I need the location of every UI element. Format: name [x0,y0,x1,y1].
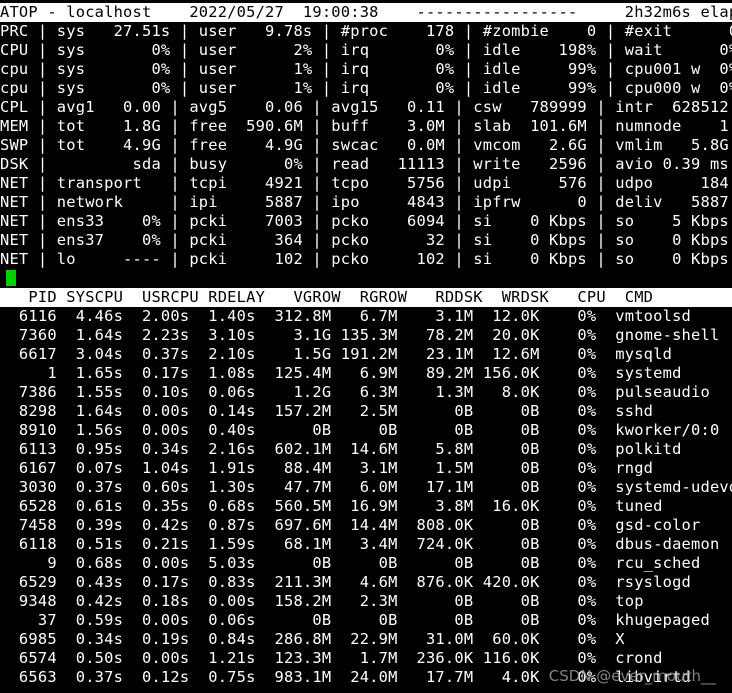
stat-line-cpu000: cpu | sys 0% | user 1% | irq 0% | idle 9… [0,79,732,97]
process-row: 3030 0.37s 0.60s 1.30s 47.7M 6.0M 17.1M … [0,478,732,496]
stat-line-net-ens33: NET | ens33 0% | pcki 7003 | pcko 6094 |… [0,212,732,230]
stat-line-net-ens37: NET | ens37 0% | pcki 364 | pcko 32 | si… [0,231,732,249]
terminal-cursor [6,270,16,286]
process-row: 9 0.68s 0.00s 5.03s 0B 0B 0B 0B 0% rcu_s… [0,554,701,572]
stat-line-cpu001: cpu | sys 0% | user 1% | irq 0% | idle 9… [0,60,732,78]
stat-line-net-lo: NET | lo ---- | pcki 102 | pcko 102 | si… [0,250,732,268]
process-row: 9348 0.42s 0.18s 0.00s 158.2M 2.3M 0B 0B… [0,592,644,610]
stat-line-net-transport: NET | transport | tcpi 4921 | tcpo 5756 … [0,174,732,192]
process-row: 8298 1.64s 0.00s 0.14s 157.2M 2.5M 0B 0B… [0,402,654,420]
process-row: 37 0.59s 0.00s 0.06s 0B 0B 0B 0B 0% khug… [0,611,710,629]
process-row: 6529 0.43s 0.17s 0.83s 211.3M 4.6M 876.0… [0,573,692,591]
stat-line-cpu: CPU | sys 0% | user 2% | irq 0% | idle 1… [0,41,732,59]
process-row: 6528 0.61s 0.35s 0.68s 560.5M 16.9M 3.8M… [0,497,663,515]
stat-line-swp: SWP | tot 4.9G | free 4.9G | swcac 0.0M … [0,136,732,154]
process-row: 7386 1.55s 0.10s 0.06s 1.2G 6.3M 1.3M 8.… [0,383,710,401]
process-row: 6617 3.04s 0.37s 2.10s 1.5G 191.2M 23.1M… [0,345,673,363]
atop-header-bar: ATOP - localhost 2022/05/27 19:00:38 ---… [0,3,732,22]
stat-line-cpl: CPL | avg1 0.00 | avg5 0.06 | avg15 0.11… [0,98,732,116]
process-row: 6113 0.95s 0.34s 2.16s 602.1M 14.6M 5.8M… [0,440,682,458]
process-row: 7360 1.64s 2.23s 3.10s 3.1G 135.3M 78.2M… [0,326,720,344]
process-row: 7458 0.39s 0.42s 0.87s 697.6M 14.4M 808.… [0,516,701,534]
process-row: 1 1.65s 0.17s 1.08s 125.4M 6.9M 89.2M 15… [0,364,682,382]
process-row: 6116 4.46s 2.00s 1.40s 312.8M 6.7M 3.1M … [0,307,692,325]
csdn-watermark: CSDN @ever_mouth__ [548,667,716,685]
process-table-header: PID SYSCPU USRCPU RDELAY VGROW RGROW RDD… [0,288,732,307]
process-row: 6118 0.51s 0.21s 1.59s 68.1M 3.4M 724.0K… [0,535,720,553]
stat-line-dsk: DSK | sda | busy 0% | read 11113 | write… [0,155,732,173]
stat-line-net-network: NET | network | ipi 5887 | ipo 4843 | ip… [0,193,732,211]
stat-line-mem: MEM | tot 1.8G | free 590.6M | buff 3.0M… [0,117,732,135]
process-row: 6985 0.34s 0.19s 0.84s 286.8M 22.9M 31.0… [0,630,625,648]
process-row: 6167 0.07s 1.04s 1.91s 88.4M 3.1M 1.5M 0… [0,459,654,477]
stat-line-prc: PRC | sys 27.51s | user 9.78s | #proc 17… [0,22,732,40]
process-row: 6574 0.50s 0.00s 1.21s 123.3M 1.7M 236.0… [0,649,663,667]
process-row: 8910 1.56s 0.00s 0.40s 0B 0B 0B 0B 0% kw… [0,421,720,439]
